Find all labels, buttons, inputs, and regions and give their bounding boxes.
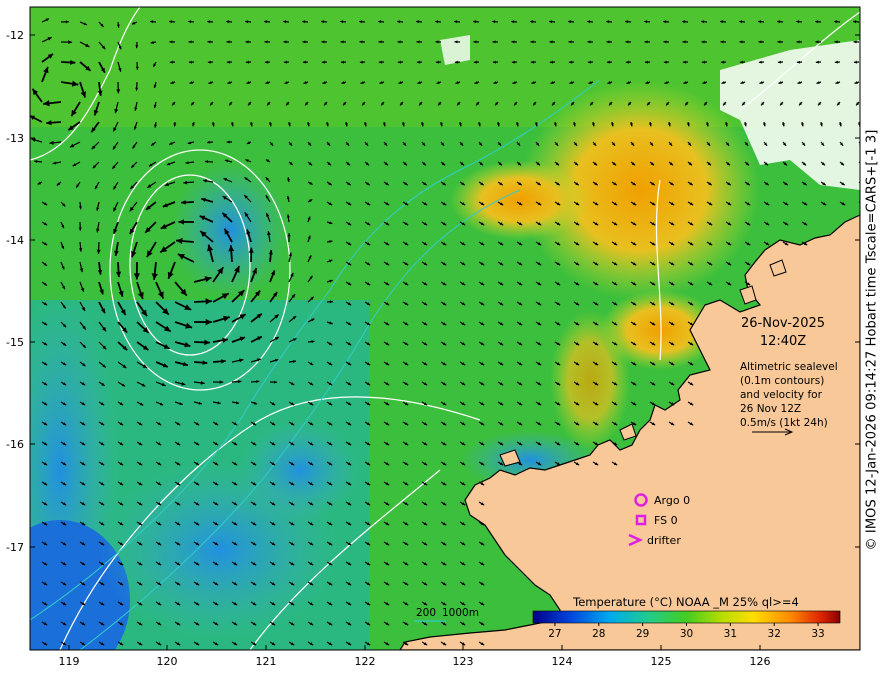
lon-label: 120 [157, 655, 178, 668]
note-line: and velocity for [740, 389, 823, 401]
image-time: 12:40Z [760, 334, 806, 349]
lon-label: 126 [750, 655, 771, 668]
colorbar-tick-label: 29 [636, 628, 649, 640]
lat-label: -14 [6, 234, 24, 247]
lon-label: 119 [59, 655, 80, 668]
lon-label: 122 [355, 655, 376, 668]
colorbar-tick-label: 30 [680, 628, 693, 640]
colorbar-tick-label: 33 [811, 628, 824, 640]
isobath-legend: 200 1000m [414, 607, 479, 622]
image-date: 26-Nov-2025 [741, 316, 825, 331]
note-line: 26 Nov 12Z [740, 403, 801, 415]
colorbar-tick-label: 28 [592, 628, 605, 640]
colorbar-tick-label: 32 [768, 628, 781, 640]
lon-label: 121 [256, 655, 277, 668]
fs-label: FS 0 [654, 514, 678, 527]
note-line: (0.1m contours) [740, 375, 824, 387]
lat-label: -12 [6, 29, 24, 42]
argo-label: Argo 0 [654, 494, 690, 507]
lon-label: 125 [651, 655, 672, 668]
velocity-arrowhead [860, 182, 863, 185]
colorbar-tick-label: 27 [548, 628, 561, 640]
isobath-1000-label: 1000m [442, 607, 479, 619]
isobath-200-label: 200 [416, 607, 436, 619]
colorbar-tick-label: 31 [724, 628, 737, 640]
colorbar-title: Temperature (°C) NOAA _M 25% ql>=4 [572, 595, 799, 609]
lat-label: -16 [6, 438, 24, 451]
note-line: Altimetric sealevel [740, 361, 838, 373]
lon-label: 123 [453, 655, 474, 668]
sst-map: -12 -13 -14 -15 -16 -17 119 120 121 122 … [6, 6, 863, 668]
credit-text: © IMOS 12-Jan-2026 09:14:27 Hobart time … [864, 129, 880, 551]
drifter-label: drifter [647, 534, 681, 547]
lat-label: -15 [6, 336, 24, 349]
lat-label: -13 [6, 132, 24, 145]
note-line: 0.5m/s (1kt 24h) [740, 417, 828, 429]
lon-label: 124 [552, 655, 573, 668]
colorbar-gradient [532, 610, 841, 624]
lat-label: -17 [6, 541, 24, 554]
